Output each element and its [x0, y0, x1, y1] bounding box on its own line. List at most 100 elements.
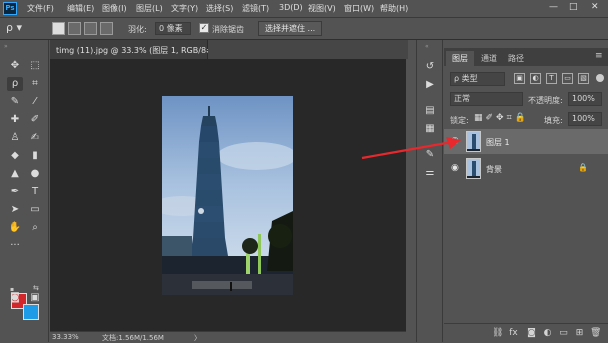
layers-panel: 图层 通道 路径 ≡ ρ 类型 ▣ ◐ T ▭ ▧ 正常 不透明度: 100% …	[444, 40, 608, 342]
adjustment-icon[interactable]: ◐	[542, 328, 553, 339]
zoom-level[interactable]: 33.33%	[52, 333, 79, 341]
panel-tabs: 图层 通道 路径 ≡	[444, 48, 608, 66]
antialias-label: 消除锯齿	[212, 25, 244, 34]
feather-label: 羽化:	[128, 25, 147, 34]
opacity-label: 不透明度:	[528, 96, 563, 105]
pen-tool-icon[interactable]: ✒	[7, 185, 23, 199]
crop-tool-icon[interactable]: ⌗	[27, 77, 43, 91]
visibility-eye-icon[interactable]: ◉	[451, 163, 459, 173]
type-filter-icon[interactable]: T	[546, 73, 557, 84]
gradient-tool-icon[interactable]: ▮	[27, 149, 43, 163]
path-select-tool-icon[interactable]: ➤	[7, 203, 23, 217]
tower-photo	[162, 96, 293, 295]
lock-options-icons[interactable]: ▦✐✥⌗🔒	[474, 113, 529, 123]
healing-brush-tool-icon[interactable]: ✚	[7, 113, 23, 127]
layers-panel-footer: ⛓ fx ◙ ◐ ▭ ⊞ 🗑	[444, 323, 608, 342]
document-tab[interactable]: timg (11).jpg @ 33.3% (图层 1, RGB/8#) * ✕	[50, 40, 236, 59]
layer-row-layer1[interactable]: ◉ 图层 1	[444, 129, 608, 154]
eraser-tool-icon[interactable]: ◆	[7, 149, 23, 163]
antialias-checkbox[interactable]: ✓	[199, 23, 209, 33]
menu-bar: Ps 文件(F) 编辑(E) 图像(I) 图层(L) 文字(Y) 选择(S) 滤…	[0, 0, 608, 18]
layer-thumbnail	[466, 131, 481, 152]
layer-filter-select[interactable]: ρ 类型	[450, 72, 505, 86]
lock-icon: 🔒	[578, 163, 588, 172]
document-image[interactable]	[162, 96, 293, 295]
menu-image[interactable]: 图像(I)	[102, 3, 127, 14]
group-icon[interactable]: ▭	[558, 328, 569, 339]
blur-tool-icon[interactable]: ▲	[7, 167, 23, 181]
lasso-tool-icon[interactable]: ρ	[7, 77, 23, 91]
move-tool-icon[interactable]: ✥	[7, 59, 23, 73]
menu-select[interactable]: 选择(S)	[206, 3, 233, 14]
lasso-preset-icon[interactable]: ρ ▾	[6, 21, 22, 34]
feather-input[interactable]: 0 像素	[155, 22, 191, 35]
menu-view[interactable]: 视图(V)	[308, 3, 336, 14]
minimize-button[interactable]: —	[549, 2, 558, 12]
screen-mode-icon[interactable]: ▣	[27, 291, 43, 305]
tab-paths[interactable]: 路径	[502, 51, 530, 66]
filter-toggle-icon[interactable]	[596, 74, 604, 82]
menu-edit[interactable]: 编辑(E)	[67, 3, 94, 14]
clone-stamp-tool-icon[interactable]: ♙	[7, 131, 23, 145]
dodge-tool-icon[interactable]: ●	[27, 167, 43, 181]
fill-label: 填充:	[544, 116, 563, 125]
subtract-selection-icon[interactable]	[84, 22, 97, 35]
lock-label: 锁定:	[450, 116, 469, 125]
maximize-button[interactable]: □	[569, 2, 578, 12]
layer-name[interactable]: 背景	[486, 164, 502, 175]
adjust-panel-icon[interactable]: ⚌	[423, 166, 437, 180]
link-icon[interactable]: ⛓	[492, 328, 503, 339]
eyedropper-tool-icon[interactable]: ⁄	[27, 95, 43, 109]
smart-object-filter-icon[interactable]: ▧	[578, 73, 589, 84]
collapse-icon[interactable]: »	[4, 43, 8, 50]
quick-mask-icon[interactable]: ◙	[7, 291, 23, 305]
close-window-button[interactable]: ✕	[591, 2, 599, 12]
delete-icon[interactable]: 🗑	[590, 328, 601, 339]
more-tools-icon[interactable]: ···	[7, 239, 23, 253]
select-and-mask-button[interactable]: 选择并遮住 ...	[258, 21, 323, 36]
menu-window[interactable]: 窗口(W)	[344, 3, 374, 14]
type-tool-icon[interactable]: T	[27, 185, 43, 199]
brush-tool-icon[interactable]: ✐	[27, 113, 43, 127]
shape-filter-icon[interactable]: ▭	[562, 73, 573, 84]
document-tab-title: timg (11).jpg @ 33.3% (图层 1, RGB/8#) *	[56, 46, 223, 55]
layer-row-background[interactable]: ◉ 背景 🔒	[444, 156, 608, 181]
tab-strip	[208, 40, 408, 59]
menu-type[interactable]: 文字(Y)	[171, 3, 198, 14]
quick-select-tool-icon[interactable]: ✎	[7, 95, 23, 109]
history-panel-icon[interactable]: ↺	[423, 60, 437, 74]
image-filter-icon[interactable]: ▣	[514, 73, 525, 84]
dock-collapse-icon[interactable]: «	[425, 43, 429, 50]
history-brush-tool-icon[interactable]: ✍	[27, 131, 43, 145]
layer-name[interactable]: 图层 1	[486, 137, 510, 148]
background-color-swatch[interactable]	[23, 304, 39, 320]
tab-channels[interactable]: 通道	[475, 51, 503, 66]
photoshop-logo: Ps	[3, 2, 17, 15]
new-selection-icon[interactable]	[52, 22, 65, 35]
menu-layer[interactable]: 图层(L)	[136, 3, 163, 14]
annotation-arrow	[361, 137, 461, 160]
fx-icon[interactable]: fx	[508, 328, 519, 339]
rectangle-tool-icon[interactable]: ▭	[27, 203, 43, 217]
tab-layers[interactable]: 图层	[446, 51, 474, 66]
menu-filter[interactable]: 滤镜(T)	[242, 3, 269, 14]
mask-icon[interactable]: ◙	[526, 328, 537, 339]
menu-3d[interactable]: 3D(D)	[279, 3, 303, 12]
opacity-input[interactable]: 100%	[568, 92, 602, 106]
menu-file[interactable]: 文件(F)	[27, 3, 54, 14]
status-bar: 33.33% 文档:1.56M/1.56M 〉	[50, 331, 406, 342]
info-panel-icon[interactable]: ▦	[423, 122, 437, 136]
marquee-tool-icon[interactable]: ⬚	[27, 59, 43, 73]
intersect-selection-icon[interactable]	[100, 22, 113, 35]
hand-tool-icon[interactable]: ✋	[7, 221, 23, 235]
panel-menu-icon[interactable]: ≡	[595, 51, 603, 61]
zoom-tool-icon[interactable]: ⌕	[27, 221, 43, 235]
actions-panel-icon[interactable]: ▶	[423, 78, 437, 92]
menu-help[interactable]: 帮助(H)	[380, 3, 408, 14]
adjustment-filter-icon[interactable]: ◐	[530, 73, 541, 84]
fill-input[interactable]: 100%	[568, 112, 602, 126]
properties-panel-icon[interactable]: ▤	[423, 104, 437, 118]
add-selection-icon[interactable]	[68, 22, 81, 35]
blend-mode-select[interactable]: 正常	[450, 92, 523, 106]
new-layer-icon[interactable]: ⊞	[574, 328, 585, 339]
